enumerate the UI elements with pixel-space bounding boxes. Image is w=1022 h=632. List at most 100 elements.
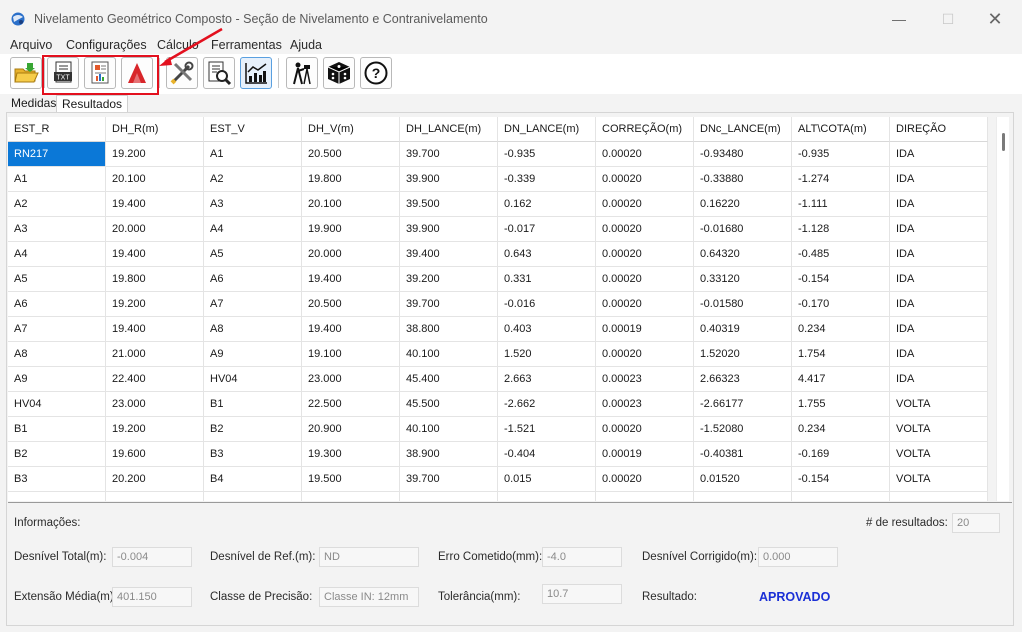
table-cell[interactable]: 0.33120 bbox=[694, 267, 792, 292]
table-cell[interactable]: 0.234 bbox=[792, 317, 890, 342]
table-cell[interactable]: 45.400 bbox=[400, 367, 498, 392]
table-cell[interactable]: IDA bbox=[890, 342, 988, 367]
table-cell[interactable]: 0.00020 bbox=[596, 342, 694, 367]
table-cell[interactable]: 1.52020 bbox=[694, 342, 792, 367]
table-cell[interactable] bbox=[792, 492, 890, 501]
table-cell[interactable]: A4 bbox=[8, 242, 106, 267]
table-cell[interactable]: 19.400 bbox=[106, 317, 204, 342]
table-cell[interactable]: -0.93480 bbox=[694, 142, 792, 167]
table-cell[interactable]: 0.162 bbox=[498, 192, 596, 217]
erro-cometido-field[interactable]: -4.0 bbox=[542, 547, 622, 567]
table-cell[interactable]: 38.800 bbox=[400, 317, 498, 342]
desnivel-corrigido-field[interactable]: 0.000 bbox=[758, 547, 838, 567]
table-cell[interactable]: RN217 bbox=[8, 142, 106, 167]
table-row[interactable]: B1 19.200 B2 20.900 40.100 -1.521 0.00020 -1.52… bbox=[8, 417, 988, 442]
table-cell[interactable]: 19.200 bbox=[106, 142, 204, 167]
table-cell[interactable]: A9 bbox=[204, 342, 302, 367]
table-cell[interactable]: 39.500 bbox=[400, 192, 498, 217]
table-cell[interactable]: HV04 bbox=[204, 367, 302, 392]
table-cell[interactable] bbox=[596, 492, 694, 501]
dice-button[interactable] bbox=[323, 57, 355, 89]
column-header-dn-lance-m[interactable]: DN_LANCE(m) bbox=[498, 117, 596, 142]
table-cell[interactable]: -0.33880 bbox=[694, 167, 792, 192]
table-cell[interactable]: 0.643 bbox=[498, 242, 596, 267]
table-cell[interactable]: 21.000 bbox=[106, 342, 204, 367]
column-header-dire-o[interactable]: DIREÇÃO bbox=[890, 117, 988, 142]
column-header-corre-o-m[interactable]: CORREÇÃO(m) bbox=[596, 117, 694, 142]
table-cell[interactable]: 23.000 bbox=[106, 392, 204, 417]
table-cell[interactable]: HV04 bbox=[8, 392, 106, 417]
table-cell[interactable]: -0.01580 bbox=[694, 292, 792, 317]
table-cell[interactable]: IDA bbox=[890, 242, 988, 267]
table-cell[interactable]: -0.01680 bbox=[694, 217, 792, 242]
table-cell[interactable]: 19.600 bbox=[106, 442, 204, 467]
table-row[interactable]: A4 19.400 A5 20.000 39.400 0.643 0.00020 0.6432… bbox=[8, 242, 988, 267]
tolerancia-field[interactable]: 10.7 bbox=[542, 584, 622, 604]
table-cell[interactable]: 19.500 bbox=[302, 467, 400, 492]
table-cell[interactable] bbox=[204, 492, 302, 501]
table-cell[interactable]: A5 bbox=[204, 242, 302, 267]
classe-precisao-field[interactable]: Classe IN: 12mm bbox=[319, 587, 419, 607]
table-cell[interactable]: -0.154 bbox=[792, 267, 890, 292]
column-header-est-r[interactable]: EST_R bbox=[8, 117, 106, 142]
table-cell[interactable]: 0.403 bbox=[498, 317, 596, 342]
table-cell[interactable]: 23.000 bbox=[302, 367, 400, 392]
table-cell[interactable]: 40.100 bbox=[400, 417, 498, 442]
table-cell[interactable]: 0.00020 bbox=[596, 467, 694, 492]
table-cell[interactable]: 1.520 bbox=[498, 342, 596, 367]
table-cell[interactable]: 19.200 bbox=[106, 417, 204, 442]
inspect-document-button[interactable] bbox=[203, 57, 235, 89]
table-cell[interactable]: A8 bbox=[204, 317, 302, 342]
table-row[interactable]: A7 19.400 A8 19.400 38.800 0.403 0.00019 0.4031… bbox=[8, 317, 988, 342]
table-cell[interactable]: 20.000 bbox=[106, 217, 204, 242]
column-header-dh-lance-m[interactable]: DH_LANCE(m) bbox=[400, 117, 498, 142]
table-cell[interactable]: 0.015 bbox=[498, 467, 596, 492]
table-row[interactable]: B2 19.600 B3 19.300 38.900 -0.404 0.00019 -0.40… bbox=[8, 442, 988, 467]
table-cell[interactable]: A9 bbox=[8, 367, 106, 392]
table-cell[interactable]: -1.521 bbox=[498, 417, 596, 442]
table-cell[interactable]: 19.100 bbox=[302, 342, 400, 367]
table-cell[interactable]: A1 bbox=[8, 167, 106, 192]
table-cell[interactable]: 45.500 bbox=[400, 392, 498, 417]
tools-button[interactable] bbox=[166, 57, 198, 89]
desnivel-total-field[interactable]: -0.004 bbox=[112, 547, 192, 567]
table-cell[interactable]: 0.00020 bbox=[596, 292, 694, 317]
tab-medidas[interactable]: Medidas bbox=[6, 95, 61, 113]
menu-arquivo[interactable]: Arquivo bbox=[10, 38, 52, 52]
table-cell[interactable]: -0.017 bbox=[498, 217, 596, 242]
table-cell[interactable]: 0.234 bbox=[792, 417, 890, 442]
table-cell[interactable]: 19.400 bbox=[302, 267, 400, 292]
table-cell[interactable]: 0.64320 bbox=[694, 242, 792, 267]
table-cell[interactable]: 20.200 bbox=[106, 467, 204, 492]
menu-configuracoes[interactable]: Configurações bbox=[66, 38, 147, 52]
table-cell[interactable]: -0.170 bbox=[792, 292, 890, 317]
table-cell[interactable]: 2.663 bbox=[498, 367, 596, 392]
table-cell[interactable]: -0.404 bbox=[498, 442, 596, 467]
menu-calculo[interactable]: Cálculo bbox=[157, 38, 199, 52]
table-cell[interactable]: A2 bbox=[8, 192, 106, 217]
table-cell[interactable]: IDA bbox=[890, 142, 988, 167]
table-cell[interactable]: 0.00020 bbox=[596, 217, 694, 242]
table-cell[interactable]: 39.400 bbox=[400, 242, 498, 267]
table-cell[interactable]: 0.00020 bbox=[596, 142, 694, 167]
table-cell[interactable]: 19.200 bbox=[106, 292, 204, 317]
table-cell[interactable]: 39.200 bbox=[400, 267, 498, 292]
table-row-partial[interactable] bbox=[8, 492, 988, 501]
table-cell[interactable]: B1 bbox=[204, 392, 302, 417]
table-cell[interactable]: 22.400 bbox=[106, 367, 204, 392]
table-row[interactable]: A6 19.200 A7 20.500 39.700 -0.016 0.00020 -0.01… bbox=[8, 292, 988, 317]
table-row[interactable]: RN217 19.200 A1 20.500 39.700 -0.935 0.00020 -0… bbox=[8, 142, 988, 167]
table-cell[interactable]: 19.300 bbox=[302, 442, 400, 467]
vertical-scrollbar[interactable] bbox=[996, 117, 1009, 501]
table-cell[interactable]: IDA bbox=[890, 292, 988, 317]
table-cell[interactable]: A3 bbox=[8, 217, 106, 242]
results-table[interactable]: EST_R DH_R(m) EST_V DH_V(m) DH_LANCE(m) DN_LA… bbox=[8, 117, 988, 501]
table-cell[interactable]: -2.662 bbox=[498, 392, 596, 417]
results-count-field[interactable]: 20 bbox=[952, 513, 1000, 533]
column-header-dh-r-m[interactable]: DH_R(m) bbox=[106, 117, 204, 142]
table-row[interactable]: A9 22.400 HV04 23.000 45.400 2.663 0.00023 2.66… bbox=[8, 367, 988, 392]
tab-resultados[interactable]: Resultados bbox=[56, 95, 129, 113]
surveyor-button[interactable] bbox=[286, 57, 318, 89]
table-cell[interactable]: IDA bbox=[890, 367, 988, 392]
table-cell[interactable] bbox=[498, 492, 596, 501]
